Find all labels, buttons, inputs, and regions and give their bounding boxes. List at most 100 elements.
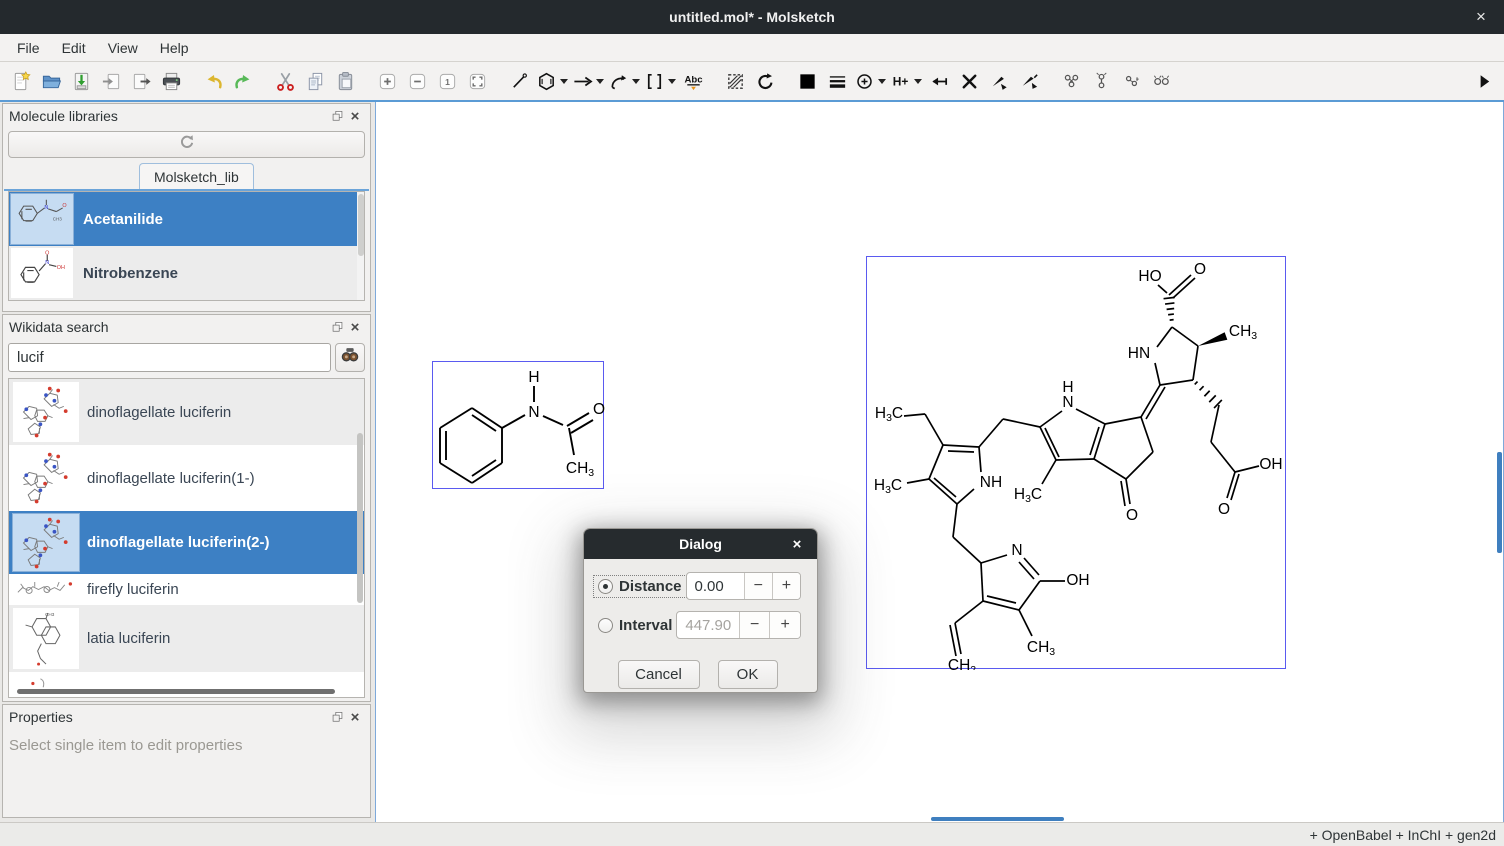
menu-edit[interactable]: Edit: [51, 36, 97, 60]
refresh-libraries-button[interactable]: [8, 131, 365, 158]
import-document-button[interactable]: [96, 66, 126, 96]
dropdown-arrow-icon[interactable]: [914, 79, 922, 84]
wikidata-item-label: dinoflagellate luciferin: [87, 404, 231, 421]
distance-radio-group[interactable]: Distance: [594, 576, 686, 597]
distance-value[interactable]: 0.00: [687, 573, 744, 599]
dialog-title: Dialog: [679, 536, 722, 552]
refresh-icon: [178, 133, 196, 151]
tab-molsketch-lib[interactable]: Molsketch_lib: [139, 163, 254, 189]
color-picker-button[interactable]: [792, 66, 822, 96]
paste-button[interactable]: [330, 66, 360, 96]
interval-increment-button[interactable]: +: [769, 612, 800, 638]
cut-button[interactable]: [270, 66, 300, 96]
wikidata-result-item[interactable]: dinoflagellate luciferin: [9, 379, 364, 445]
menu-help[interactable]: Help: [149, 36, 200, 60]
dropdown-arrow-icon[interactable]: [632, 79, 640, 84]
interval-value[interactable]: 447.90: [677, 612, 739, 638]
search-button[interactable]: [335, 343, 365, 372]
dropdown-arrow-icon[interactable]: [596, 79, 604, 84]
canvas-vscrollbar-thumb[interactable]: [1497, 452, 1502, 553]
structure-tool-c-button[interactable]: [1116, 66, 1146, 96]
undo-button[interactable]: [198, 66, 228, 96]
line-width-tool-button[interactable]: [822, 66, 852, 96]
zoom-original-button[interactable]: 1: [432, 66, 462, 96]
wedge-bond-tool-button[interactable]: [984, 66, 1014, 96]
svg-text:Abc: Abc: [684, 74, 703, 85]
distance-radio[interactable]: [598, 579, 613, 594]
interval-radio[interactable]: [598, 618, 613, 633]
drawing-canvas[interactable]: HNOCH3 HOOHNCH3OHOHNH3CONHH3CH3CNOHCH3CH2: [375, 102, 1504, 824]
ring-tool-button[interactable]: [534, 66, 570, 96]
library-scrollbar[interactable]: [357, 192, 364, 300]
library-item[interactable]: NOCH3Acetanilide: [9, 192, 364, 246]
dropdown-arrow-icon[interactable]: [560, 79, 568, 84]
import-icon: [101, 71, 122, 92]
close-panel-icon[interactable]: ×: [346, 107, 364, 125]
wikidata-hscrollbar-thumb[interactable]: [17, 689, 335, 694]
wikidata-item-label: dinoflagellate luciferin(1-): [87, 470, 255, 487]
print-document-button[interactable]: [156, 66, 186, 96]
text-tool-button[interactable]: Abc: [678, 66, 708, 96]
menu-file[interactable]: File: [6, 36, 51, 60]
close-panel-icon[interactable]: ×: [346, 708, 364, 726]
menu-view[interactable]: View: [97, 36, 149, 60]
canvas-hscrollbar-thumb[interactable]: [931, 817, 1064, 821]
library-scrollbar-thumb[interactable]: [358, 194, 364, 256]
draw-bond-tool-button[interactable]: [504, 66, 534, 96]
cancel-button[interactable]: Cancel: [618, 660, 700, 689]
dropdown-arrow-icon[interactable]: [668, 79, 676, 84]
library-item[interactable]: NOOHNitrobenzene: [9, 246, 364, 300]
wikidata-result-item[interactable]: dinoflagellate luciferin(1-): [9, 445, 364, 511]
structure-tool-b-button[interactable]: [1086, 66, 1116, 96]
interval-spinbox[interactable]: 447.90 − +: [676, 611, 801, 639]
reaction-arrow-tool-button[interactable]: [570, 66, 606, 96]
interval-radio-group[interactable]: Interval: [594, 615, 676, 636]
lone-pair-tool-button[interactable]: [924, 66, 954, 96]
zoom-in-button[interactable]: [372, 66, 402, 96]
redo-button[interactable]: [228, 66, 258, 96]
wikidata-result-item[interactable]: CH3latia luciferin: [9, 605, 364, 672]
ok-button[interactable]: OK: [718, 660, 778, 689]
dinoflagellate-luciferin-structure[interactable]: HOOHNCH3OHOHNH3CONHH3CH3CNOHCH3CH2: [866, 256, 1286, 669]
wikidata-result-item[interactable]: dinoflagellate luciferin(2-): [9, 511, 364, 574]
copy-button[interactable]: [300, 66, 330, 96]
float-panel-icon[interactable]: [328, 107, 346, 125]
export-document-button[interactable]: [126, 66, 156, 96]
svg-text:O: O: [1218, 501, 1230, 518]
dialog-title-bar[interactable]: Dialog ×: [584, 529, 817, 559]
mechanism-arrow-tool-button[interactable]: [606, 66, 642, 96]
save-document-button[interactable]: [66, 66, 96, 96]
float-panel-icon[interactable]: [328, 318, 346, 336]
delete-tool-button[interactable]: [954, 66, 984, 96]
search-input[interactable]: [8, 343, 331, 372]
float-panel-icon[interactable]: [328, 708, 346, 726]
interval-label: Interval: [619, 617, 672, 634]
zoom-fit-button[interactable]: [462, 66, 492, 96]
zoom-out-button[interactable]: [402, 66, 432, 96]
close-panel-icon[interactable]: ×: [346, 318, 364, 336]
toolbar-overflow-button[interactable]: [1468, 66, 1498, 96]
distance-spinbox[interactable]: 0.00 − +: [686, 572, 801, 600]
undo-icon: [203, 71, 224, 92]
dropdown-arrow-icon[interactable]: [878, 79, 886, 84]
interval-decrement-button[interactable]: −: [739, 612, 770, 638]
window-close-button[interactable]: ×: [1466, 0, 1496, 34]
new-document-button[interactable]: [6, 66, 36, 96]
hash-bond-tool-button[interactable]: [1014, 66, 1044, 96]
lonepair-icon: [929, 71, 950, 92]
wikidata-scrollbar-thumb[interactable]: [357, 433, 363, 603]
rotate-tool-button[interactable]: [750, 66, 780, 96]
dialog-close-button[interactable]: ×: [787, 529, 807, 559]
hydrogen-tool-button[interactable]: H+: [888, 66, 924, 96]
structure-tool-a-button[interactable]: [1056, 66, 1086, 96]
bracket-tool-button[interactable]: [642, 66, 678, 96]
toolbar-separator: [186, 81, 198, 82]
distance-decrement-button[interactable]: −: [744, 573, 772, 599]
distance-increment-button[interactable]: +: [772, 573, 800, 599]
selection-tool-button[interactable]: [720, 66, 750, 96]
open-document-button[interactable]: [36, 66, 66, 96]
acetanilide-structure[interactable]: HNOCH3: [432, 361, 604, 489]
wikidata-result-item[interactable]: firefly luciferin: [9, 574, 364, 605]
charge-tool-button[interactable]: [852, 66, 888, 96]
structure-tool-d-button[interactable]: [1146, 66, 1176, 96]
